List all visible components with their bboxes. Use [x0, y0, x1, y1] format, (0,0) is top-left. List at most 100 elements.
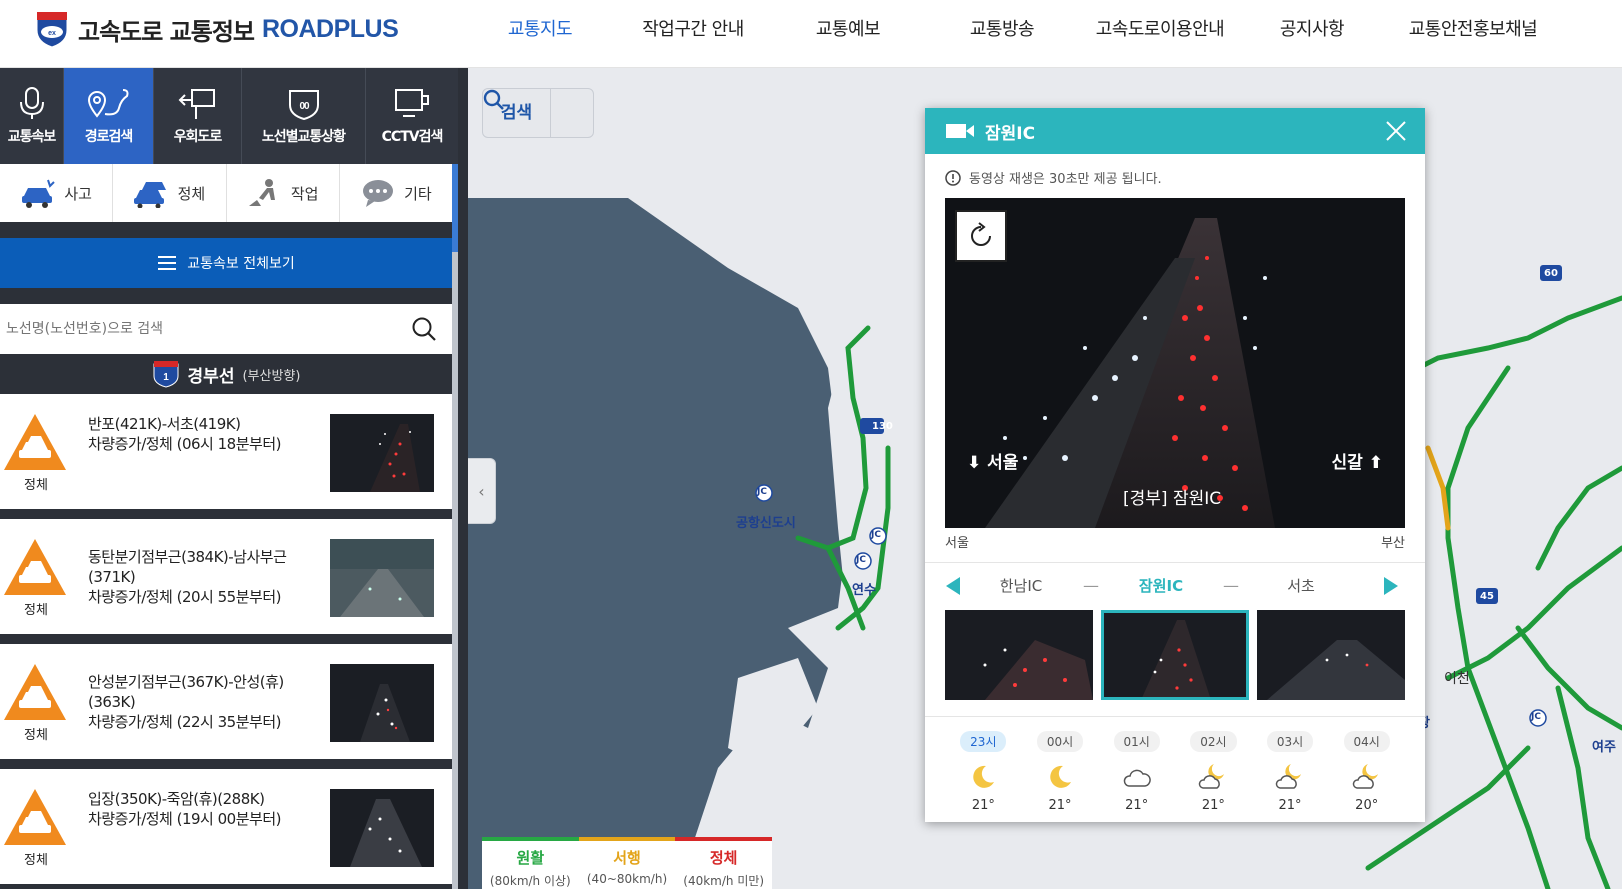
incident-item[interactable]: 정체 입장(350K)-죽암(휴)(288K) 차량증가/정체 (19시 00분…	[0, 769, 452, 884]
cloud-moon-icon	[1199, 764, 1225, 789]
search-icon[interactable]	[396, 316, 452, 342]
cctv-thumbnail[interactable]	[330, 539, 434, 617]
category-work[interactable]: 작업	[227, 164, 340, 222]
nav-highway-guide[interactable]: 고속도로이용안내	[1084, 15, 1236, 41]
svg-text:ex: ex	[48, 30, 56, 37]
sidebar-scrollbar[interactable]	[452, 164, 458, 889]
route-shield-icon: 1	[153, 361, 179, 388]
jc-marker[interactable]: JC	[757, 487, 767, 497]
cctv-thumbnail[interactable]	[330, 664, 434, 742]
tab-route-status[interactable]: 00 노선별교통상황	[242, 68, 366, 164]
triangle-left-icon	[946, 576, 960, 595]
weather-forecast: 23시 21° 00시 21° 01시 21° 02시 21° 03시 21° …	[925, 716, 1425, 822]
nav-work-zone[interactable]: 작업구간 안내	[610, 15, 776, 41]
incident-item[interactable]: 정체 동탄분기점부근(384K)-남사부근(371K) 차량증가/정체 (20시…	[0, 519, 452, 634]
route-search-input[interactable]	[0, 309, 396, 349]
cloud-moon-icon	[1275, 764, 1302, 789]
tab-detour[interactable]: 우회도로	[154, 68, 242, 164]
incident-list: 정체 반포(421K)-서초(419K) 차량증가/정체 (06시 18분부터)…	[0, 394, 452, 889]
nav-safety-channel[interactable]: 교통안전홍보채널	[1388, 15, 1558, 41]
road-work-icon	[248, 179, 275, 206]
incident-item[interactable]: 정체 안성분기점부근(367K)-안성(휴)(363K) 차량증가/정체 (22…	[0, 644, 452, 759]
cctv-thumbnail[interactable]	[330, 414, 434, 492]
refresh-icon	[971, 222, 991, 246]
station-thumbnails	[945, 610, 1405, 700]
moon-icon	[973, 765, 995, 788]
congestion-warning-icon	[4, 539, 66, 595]
weather-hour: 01시 21°	[1098, 731, 1175, 822]
popup-header: 잠원IC	[925, 108, 1425, 154]
scrollbar-thumb[interactable]	[452, 164, 458, 252]
arrow-down-icon: ⬇	[967, 453, 982, 473]
cctv-thumbnail[interactable]	[330, 789, 434, 867]
tab-route-search[interactable]: 경로검색	[64, 68, 154, 164]
sidebar-tabs: 교통속보 경로검색 우회도로 00 노선별교통상황 CCTV검색	[0, 68, 458, 164]
incident-text: 동탄분기점부근(384K)-남사부근(371K) 차량증가/정체 (20시 55…	[88, 548, 287, 606]
refresh-button[interactable]	[955, 210, 1007, 262]
video-camera-icon	[946, 124, 974, 138]
map-label-yeonsu: 연수	[852, 583, 876, 598]
station-current[interactable]: 잠원IC	[1111, 575, 1211, 596]
sidebar-collapse-button[interactable]: ‹	[468, 458, 496, 524]
jc-marker[interactable]: JC	[1531, 712, 1541, 722]
cctv-video[interactable]: ⬇ 서울 신갈 ⬆ [경부] 잠원IC	[945, 198, 1405, 528]
jc-marker[interactable]: JC	[871, 530, 881, 540]
station-next[interactable]: 서초	[1251, 575, 1351, 596]
tab-traffic-news[interactable]: 교통속보	[0, 68, 64, 164]
incident-type: 정체	[24, 603, 48, 618]
nav-traffic-map[interactable]: 교통지도	[470, 15, 610, 41]
logo-text-kr: 고속도로 교통정보	[78, 17, 255, 46]
thumbnail-prev-station[interactable]	[945, 610, 1093, 700]
view-all-news-button[interactable]: 교통속보 전체보기	[0, 238, 452, 288]
next-station-button[interactable]	[1373, 568, 1409, 604]
map-search-button[interactable]: 검색	[482, 88, 594, 138]
station-separator: —	[1083, 576, 1099, 595]
weather-hour: 04시 20°	[1328, 731, 1405, 822]
close-icon[interactable]	[1385, 120, 1407, 142]
category-etc[interactable]: 기타	[340, 164, 452, 222]
traffic-legend: 원활 (80km/h 이상) 서행 (40~80km/h) 정체 (40km/h…	[482, 837, 773, 889]
logo-text-en: ROADPLUS	[262, 14, 399, 43]
prev-station-button[interactable]	[935, 568, 971, 604]
congestion-warning-icon	[4, 789, 66, 845]
cars-congestion-icon	[133, 182, 166, 208]
nav-notice[interactable]: 공지사항	[1236, 15, 1388, 41]
nav-traffic-forecast[interactable]: 교통예보	[776, 15, 920, 41]
thumbnail-current-station[interactable]	[1101, 610, 1249, 700]
nav-traffic-broadcast[interactable]: 교통방송	[920, 15, 1084, 41]
route-direction: (부산방향)	[242, 368, 301, 384]
map-label-icheon: 이천	[1444, 671, 1470, 687]
chevron-left-icon: ‹	[478, 481, 485, 501]
monitor-icon	[395, 89, 429, 117]
jc-marker[interactable]: JC	[856, 555, 866, 565]
video-direction-right: 신갈 ⬆	[1331, 453, 1383, 473]
thumbnail-next-station[interactable]	[1257, 610, 1405, 700]
speech-bubble-icon	[363, 180, 394, 207]
legend-congested: 정체 (40km/h 미만)	[675, 837, 773, 889]
route-number-60: 60	[1544, 268, 1558, 279]
incident-type: 정체	[24, 853, 48, 868]
route-shield-icon: 00	[288, 90, 319, 120]
incident-item[interactable]: 정체 반포(421K)-서초(419K) 차량증가/정체 (06시 18분부터)	[0, 394, 452, 509]
category-congestion[interactable]: 정체	[113, 164, 227, 222]
tab-cctv-search[interactable]: CCTV검색	[366, 68, 458, 164]
moon-icon	[1050, 765, 1071, 788]
incident-categories: 사고 정체 작업 기타	[0, 164, 452, 222]
category-accident[interactable]: 사고	[0, 164, 114, 222]
cctv-popup: 잠원IC 동영상 재생은 30초만 제공 됩니다. ⬇ 서울 신갈 ⬆ [경부]…	[925, 108, 1425, 822]
popup-title: 잠원IC	[985, 123, 1036, 144]
incident-text: 입장(350K)-죽암(휴)(288K) 차량증가/정체 (19시 00분부터)	[88, 790, 281, 828]
weather-hour: 23시 21°	[945, 731, 1022, 822]
legend-slow: 서행 (40~80km/h)	[578, 837, 676, 889]
direction-end: 부산	[1381, 536, 1405, 551]
station-prev[interactable]: 한남IC	[971, 575, 1071, 596]
incident-text: 안성분기점부근(367K)-안성(휴)(363K) 차량증가/정체 (22시 3…	[88, 673, 284, 731]
site-logo[interactable]: ex 고속도로 교통정보 ROADPLUS	[34, 9, 399, 49]
station-nav: 한남IC — 잠원IC — 서초	[925, 562, 1425, 608]
map-label-airport-city: 공항신도시	[736, 516, 796, 531]
info-icon	[945, 169, 961, 186]
detour-sign-icon	[178, 89, 215, 119]
incident-text: 반포(421K)-서초(419K) 차량증가/정체 (06시 18분부터)	[88, 415, 281, 453]
microphone-icon	[19, 87, 44, 119]
triangle-right-icon	[1384, 576, 1398, 595]
